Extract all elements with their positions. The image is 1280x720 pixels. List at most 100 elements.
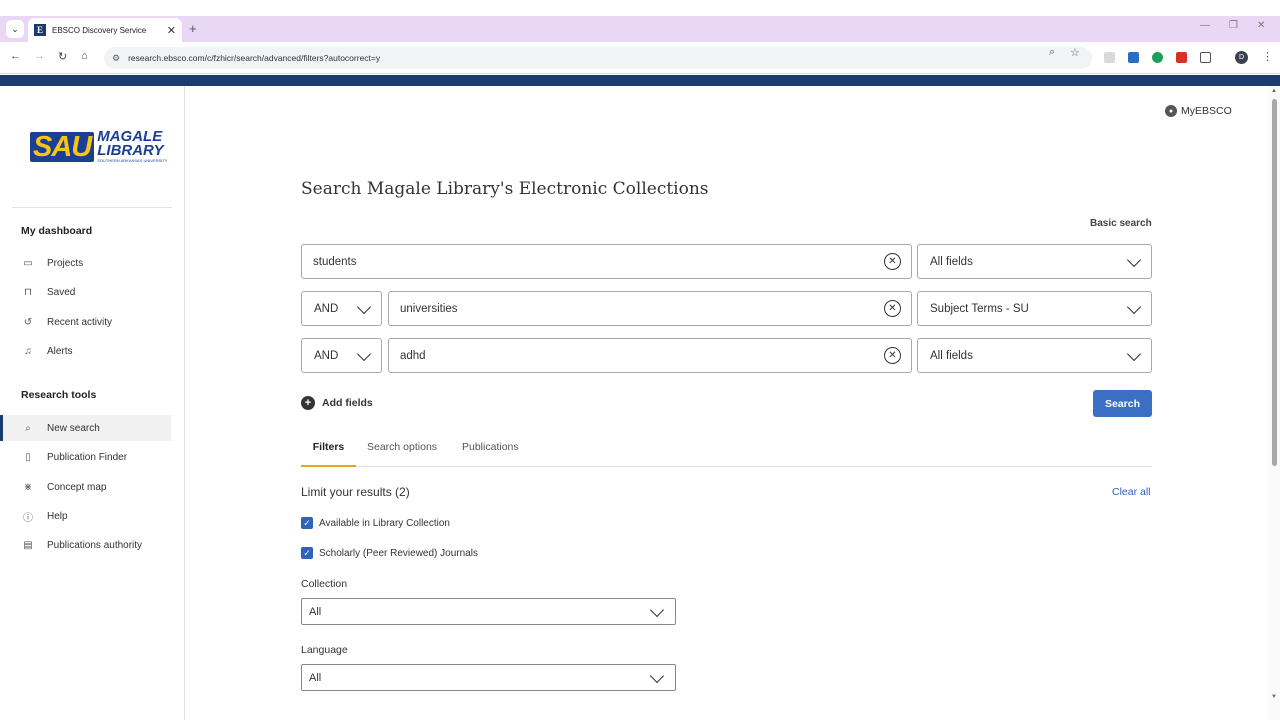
field-select-1[interactable]: All fields bbox=[917, 244, 1152, 279]
operator-value: AND bbox=[314, 302, 339, 315]
limit-available-in-library[interactable]: ✓ Available in Library Collection bbox=[301, 517, 450, 529]
tab-close-icon[interactable]: ✕ bbox=[167, 24, 176, 37]
tab-publications[interactable]: Publications bbox=[462, 441, 519, 467]
search-term-input-3[interactable]: adhd ✕ bbox=[388, 338, 912, 373]
sidebar-item-label: Projects bbox=[47, 257, 84, 269]
reload-icon[interactable]: ↻ bbox=[58, 50, 67, 63]
tab-filters[interactable]: Filters bbox=[301, 441, 356, 467]
sidebar-item-label: Alerts bbox=[47, 345, 73, 357]
field-select-3[interactable]: All fields bbox=[917, 338, 1152, 373]
minimize-icon[interactable]: — bbox=[1200, 20, 1210, 31]
logo-text: MAGALE LIBRARY SOUTHERN ARKANSAS UNIVERS… bbox=[97, 129, 168, 163]
field-select-value: Subject Terms - SU bbox=[930, 302, 1029, 315]
search-term-value: universities bbox=[400, 302, 458, 315]
language-select[interactable]: All bbox=[301, 664, 676, 691]
operator-value: AND bbox=[314, 349, 339, 362]
chevron-down-icon bbox=[651, 605, 663, 617]
sidebar-item-concept-map[interactable]: ⋇ Concept map bbox=[0, 474, 171, 500]
clear-term-icon[interactable]: ✕ bbox=[884, 300, 901, 317]
sidebar-item-label: Help bbox=[47, 510, 68, 522]
sidebar-item-label: Publications authority bbox=[47, 539, 143, 551]
add-fields-button[interactable]: + Add fields bbox=[301, 396, 373, 410]
browser-tab[interactable]: E EBSCO Discovery Service ✕ bbox=[28, 18, 182, 42]
extension-blue-icon[interactable] bbox=[1128, 52, 1139, 63]
chevron-down-icon bbox=[651, 671, 663, 683]
limit-scholarly-journals[interactable]: ✓ Scholarly (Peer Reviewed) Journals bbox=[301, 547, 478, 559]
research-tools-heading: Research tools bbox=[21, 389, 97, 401]
scroll-up-icon[interactable]: ▲ bbox=[1271, 88, 1277, 94]
bookmark-star-icon[interactable]: ☆ bbox=[1070, 46, 1080, 59]
limit-results-heading: Limit your results (2) bbox=[301, 485, 410, 499]
site-info-icon[interactable]: ⚙ bbox=[112, 53, 120, 64]
chevron-down-icon bbox=[1128, 255, 1140, 267]
limit-label: Scholarly (Peer Reviewed) Journals bbox=[319, 547, 478, 559]
search-term-input-2[interactable]: universities ✕ bbox=[388, 291, 912, 326]
checkbox-checked-icon[interactable]: ✓ bbox=[301, 517, 313, 529]
extension-pdf-icon[interactable] bbox=[1176, 52, 1187, 63]
zoom-icon[interactable]: ⌕ bbox=[1049, 46, 1055, 59]
logo-line2: LIBRARY bbox=[97, 142, 164, 159]
sidebar-item-label: Saved bbox=[47, 286, 76, 298]
history-icon: ↺ bbox=[23, 316, 33, 328]
page-scrollbar[interactable]: ▲ ▼ bbox=[1269, 86, 1280, 720]
sidebar-item-projects[interactable]: ▭ Projects bbox=[0, 250, 171, 276]
extension-green-icon[interactable] bbox=[1152, 52, 1163, 63]
back-icon[interactable]: ← bbox=[10, 50, 21, 62]
collection-value: All bbox=[309, 605, 322, 618]
operator-select-3[interactable]: AND bbox=[301, 338, 382, 373]
tab-search-options[interactable]: Search options bbox=[367, 441, 437, 467]
address-bar[interactable]: ⚙ research.ebsco.com/c/fzhicr/search/adv… bbox=[104, 47, 1092, 69]
scroll-thumb[interactable] bbox=[1272, 99, 1277, 466]
sidebar-item-publication-finder[interactable]: ▯ Publication Finder bbox=[0, 444, 171, 470]
basic-search-link[interactable]: Basic search bbox=[1090, 218, 1152, 229]
search-icon: ⌕ bbox=[25, 422, 31, 434]
field-select-2[interactable]: Subject Terms - SU bbox=[917, 291, 1152, 326]
add-fields-label: Add fields bbox=[322, 397, 373, 409]
chevron-down-icon bbox=[358, 302, 370, 314]
sidebar-item-new-search[interactable]: ⌕ New search bbox=[0, 415, 171, 441]
user-avatar-icon: ● bbox=[1165, 105, 1177, 117]
search-term-value: adhd bbox=[400, 349, 426, 362]
clear-all-link[interactable]: Clear all bbox=[1112, 486, 1151, 498]
forward-icon[interactable]: → bbox=[34, 50, 45, 62]
logo-tagline: SOUTHERN ARKANSAS UNIVERSITY bbox=[97, 158, 168, 163]
sidebar-item-saved[interactable]: ⊓ Saved bbox=[0, 279, 171, 305]
clear-term-icon[interactable]: ✕ bbox=[884, 347, 901, 364]
operator-select-2[interactable]: AND bbox=[301, 291, 382, 326]
browser-tab-strip: ⌄ E EBSCO Discovery Service ✕ + — ❐ ✕ bbox=[0, 16, 1280, 42]
language-label: Language bbox=[301, 644, 348, 656]
extensions-puzzle-icon[interactable] bbox=[1200, 52, 1211, 63]
browser-menu-icon[interactable]: ⋮ bbox=[1262, 50, 1273, 63]
chevron-down-icon bbox=[1128, 302, 1140, 314]
search-term-input-1[interactable]: students ✕ bbox=[301, 244, 912, 279]
authority-icon: ▤ bbox=[23, 539, 33, 551]
url-text: research.ebsco.com/c/fzhicr/search/advan… bbox=[128, 53, 381, 63]
sidebar-item-recent-activity[interactable]: ↺ Recent activity bbox=[0, 309, 171, 335]
restore-icon[interactable]: ❐ bbox=[1229, 20, 1238, 31]
field-select-value: All fields bbox=[930, 349, 973, 362]
scroll-down-icon[interactable]: ▼ bbox=[1271, 694, 1277, 700]
ebsco-favicon-icon: E bbox=[34, 24, 46, 36]
language-value: All bbox=[309, 671, 322, 684]
tab-title: EBSCO Discovery Service bbox=[52, 25, 147, 35]
collection-select[interactable]: All bbox=[301, 598, 676, 625]
chevron-down-icon bbox=[358, 349, 370, 361]
sidebar-item-publications-authority[interactable]: ▤ Publications authority bbox=[0, 532, 171, 558]
library-logo[interactable]: SAU MAGALE LIBRARY SOUTHERN ARKANSAS UNI… bbox=[30, 129, 168, 163]
logo-sau: SAU bbox=[30, 131, 95, 162]
page-title: Search Magale Library's Electronic Colle… bbox=[301, 179, 709, 199]
myebsco-link[interactable]: ● MyEBSCO bbox=[1165, 105, 1232, 117]
clear-term-icon[interactable]: ✕ bbox=[884, 253, 901, 270]
sidebar-item-help[interactable]: ⓘ Help bbox=[0, 503, 171, 529]
profile-avatar[interactable]: D bbox=[1235, 51, 1248, 64]
search-term-value: students bbox=[313, 255, 357, 268]
new-tab-icon[interactable]: + bbox=[189, 21, 197, 36]
home-icon[interactable]: ⌂ bbox=[81, 50, 88, 62]
extension-page-icon[interactable] bbox=[1104, 52, 1115, 63]
tab-search-dropdown-icon[interactable]: ⌄ bbox=[6, 20, 24, 38]
sidebar-item-alerts[interactable]: ♫ Alerts bbox=[0, 338, 171, 364]
checkbox-checked-icon[interactable]: ✓ bbox=[301, 547, 313, 559]
dashboard-heading: My dashboard bbox=[21, 225, 93, 237]
search-button[interactable]: Search bbox=[1093, 390, 1152, 417]
window-close-icon[interactable]: ✕ bbox=[1257, 20, 1265, 31]
